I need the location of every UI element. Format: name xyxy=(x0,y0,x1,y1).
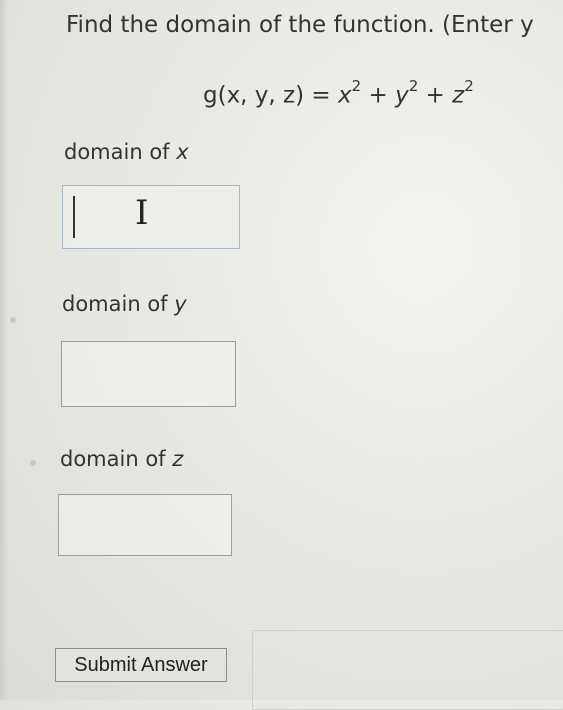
formula-plus: + xyxy=(418,82,453,109)
domain-label-prefix: domain of xyxy=(64,140,177,164)
domain-label-prefix: domain of xyxy=(60,447,173,471)
domain-y-input[interactable] xyxy=(61,341,236,407)
formula-exponent: 2 xyxy=(408,77,419,95)
formula-exponent: 2 xyxy=(464,77,474,95)
formula-exponent: 2 xyxy=(351,77,362,95)
page-edge xyxy=(0,0,8,700)
text-caret xyxy=(73,196,75,238)
domain-z-input[interactable] xyxy=(58,494,232,556)
domain-z-label: domain of z xyxy=(60,447,183,471)
adjacent-panel xyxy=(252,630,563,710)
domain-label-prefix: domain of xyxy=(62,292,175,316)
function-formula: g(x, y, z) = x2 + y2 + z2 xyxy=(203,77,474,109)
domain-x-label: domain of x xyxy=(64,140,189,164)
formula-term-x: x xyxy=(337,82,352,109)
formula-plus: + xyxy=(361,82,396,109)
domain-x-input[interactable]: I xyxy=(62,185,240,249)
domain-label-variable: y xyxy=(174,292,187,316)
formula-term-z: z xyxy=(452,82,465,109)
domain-label-variable: z xyxy=(172,447,184,471)
domain-y-label: domain of y xyxy=(62,292,187,316)
ibeam-cursor-icon: I xyxy=(135,193,149,233)
formula-term-y: y xyxy=(395,82,409,109)
domain-label-variable: x xyxy=(176,140,189,164)
formula-lhs: g(x, y, z) = xyxy=(203,82,338,109)
margin-dot xyxy=(10,317,16,323)
question-text: Find the domain of the function. (Enter … xyxy=(66,12,534,38)
margin-dot xyxy=(30,460,36,466)
submit-answer-button[interactable]: Submit Answer xyxy=(55,648,227,682)
